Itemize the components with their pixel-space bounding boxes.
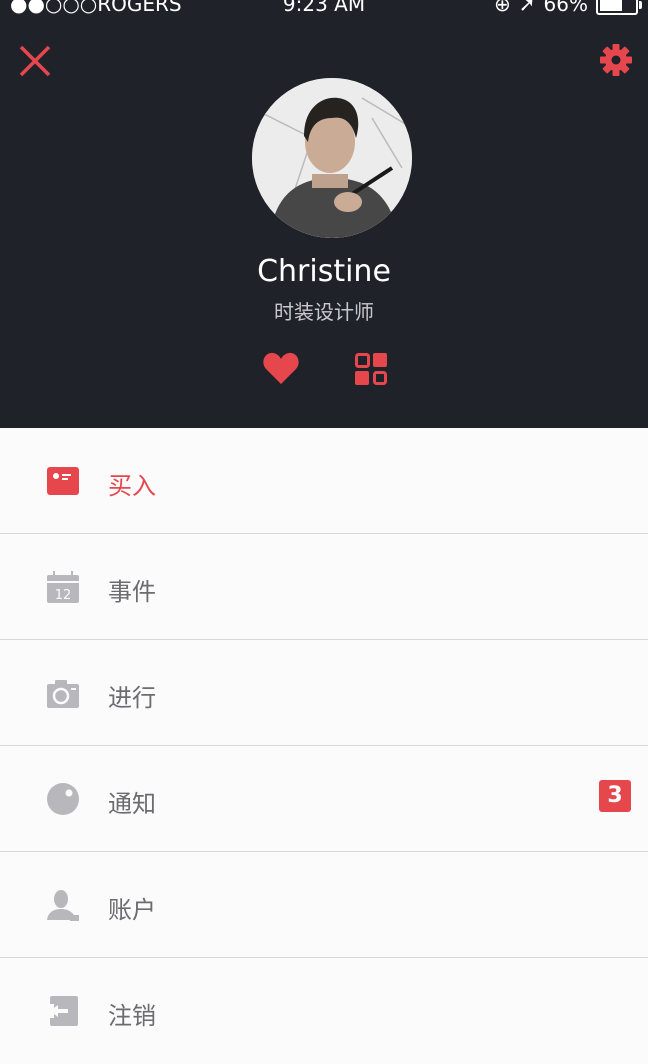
location-arrow-icon: ➚ bbox=[518, 0, 536, 16]
profile-title: 时装设计师 bbox=[274, 300, 374, 324]
calendar-icon-day: 12 bbox=[55, 588, 72, 603]
calendar-icon: 12 bbox=[47, 571, 79, 603]
close-icon bbox=[19, 45, 51, 77]
menu-item-label: 进行 bbox=[108, 684, 156, 712]
heart-icon bbox=[263, 352, 299, 384]
menu-item-progress[interactable]: 进行 bbox=[0, 640, 648, 746]
close-button[interactable] bbox=[18, 44, 52, 78]
account-icon bbox=[47, 890, 79, 921]
menu-item-label: 事件 bbox=[108, 578, 156, 606]
status-right: ⊕ ➚ 66% bbox=[494, 0, 642, 16]
menu-item-label: 账户 bbox=[108, 896, 156, 924]
menu-item-label: 注销 bbox=[108, 1002, 156, 1030]
menu-item-notifications[interactable]: 通知 3 bbox=[0, 746, 648, 852]
menu-item-label: 通知 bbox=[108, 790, 156, 818]
notification-badge: 3 bbox=[599, 780, 631, 812]
avatar[interactable] bbox=[252, 78, 412, 238]
profile-header: ●●○○○ROGERS 9:23 AM ⊕ ➚ 66% Christine 时装… bbox=[0, 0, 648, 428]
favorite-button[interactable] bbox=[262, 352, 300, 386]
profile-name: Christine bbox=[257, 254, 391, 289]
gear-icon bbox=[600, 44, 632, 76]
notification-icon bbox=[47, 783, 79, 815]
menu-item-account[interactable]: 账户 bbox=[0, 852, 648, 958]
menu-item-buy[interactable]: 买入 bbox=[0, 428, 648, 534]
camera-icon bbox=[47, 680, 79, 708]
menu-item-events[interactable]: 12 事件 bbox=[0, 534, 648, 640]
battery-percent: 66% bbox=[543, 0, 588, 16]
menu-item-logout[interactable]: 注销 bbox=[0, 958, 648, 1064]
qr-code-button[interactable] bbox=[355, 353, 387, 385]
side-menu: 买入 12 事件 进行 通知 3 账户 注销 bbox=[0, 428, 648, 1064]
status-bar: ●●○○○ROGERS 9:23 AM ⊕ ➚ 66% bbox=[0, 0, 648, 16]
rotation-lock-icon: ⊕ bbox=[494, 0, 511, 16]
battery-icon bbox=[596, 0, 642, 15]
settings-button[interactable] bbox=[598, 42, 634, 78]
qr-grid-icon bbox=[355, 353, 387, 385]
menu-item-label: 买入 bbox=[108, 472, 156, 500]
avatar-photo bbox=[252, 78, 412, 238]
logout-icon bbox=[46, 996, 78, 1026]
buy-card-icon bbox=[47, 467, 79, 495]
